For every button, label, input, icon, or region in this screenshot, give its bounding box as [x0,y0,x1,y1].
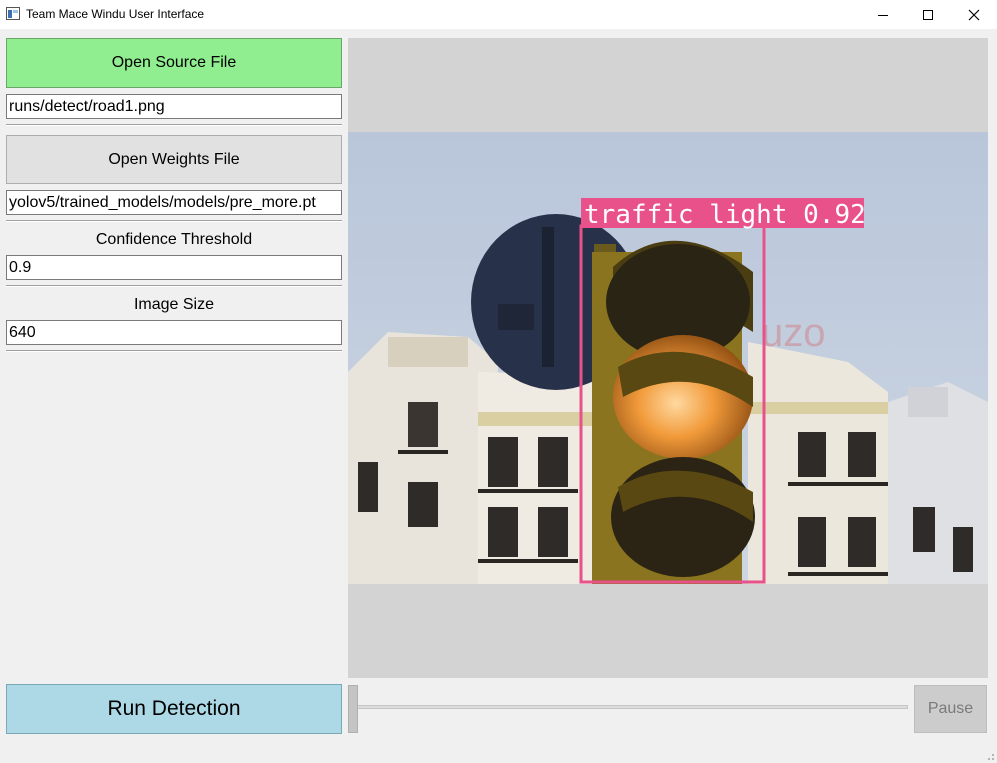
playback-slider-groove[interactable] [348,705,908,709]
building-sign-text: uzo [761,311,826,355]
minimize-icon [878,14,888,16]
image-viewer: uzo traffic light 0.92 [348,38,988,678]
separator [6,285,342,287]
app-icon [6,7,20,20]
image-size-field[interactable]: 640 [6,320,342,345]
minimize-button[interactable] [860,0,906,29]
close-icon [968,9,980,20]
title-bar: Team Mace Windu User Interface [0,0,997,29]
open-source-file-button[interactable]: Open Source File [6,38,342,88]
window-title: Team Mace Windu User Interface [26,7,205,21]
separator [6,220,342,222]
separator [6,350,342,352]
image-size-label: Image Size [133,296,215,313]
playback-slider-handle[interactable] [348,685,358,733]
detection-label: traffic light 0.92 [584,200,866,230]
confidence-threshold-label: Confidence Threshold [95,231,253,248]
source-path-field[interactable]: runs/detect/road1.png [6,94,342,119]
resize-grip-icon[interactable] [985,751,995,761]
detection-image: uzo traffic light 0.92 [348,132,988,584]
traffic-light [592,240,755,584]
close-button[interactable] [951,0,997,29]
weights-path-field[interactable]: yolov5/trained_models/models/pre_more.pt [6,190,342,215]
run-detection-button[interactable]: Run Detection [6,684,342,734]
maximize-button[interactable] [905,0,951,29]
maximize-icon [923,9,933,20]
open-weights-file-button[interactable]: Open Weights File [6,135,342,184]
pause-button[interactable]: Pause [914,685,987,733]
confidence-threshold-field[interactable]: 0.9 [6,255,342,280]
separator [6,124,342,126]
